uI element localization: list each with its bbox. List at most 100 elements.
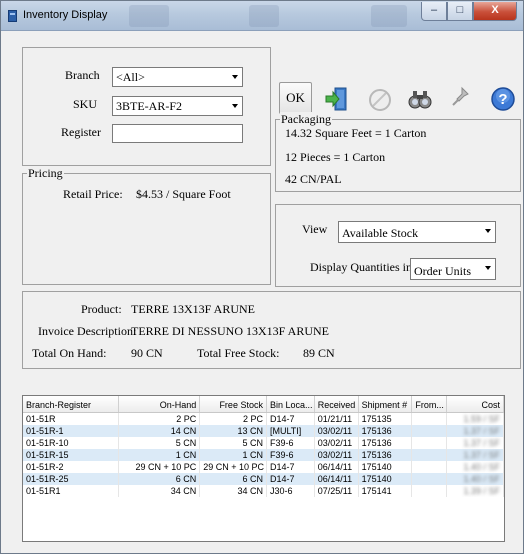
cell-cost: 1.37 / SF — [447, 425, 504, 437]
cell-cost: 1.37 / SF — [447, 437, 504, 449]
product-label: Product: — [81, 302, 122, 316]
column-header-received[interactable]: Received — [315, 396, 359, 412]
table-row[interactable]: 01-51R-15 1 CN 1 CN F39-6 03/02/11 175136 1.37… — [23, 449, 504, 461]
display-quantities-value: Order Units — [414, 264, 471, 278]
titlebar-glass-reflection — [371, 5, 407, 27]
cell-free-stock: 6 CN — [200, 473, 267, 485]
view-label: View — [302, 222, 328, 236]
pricing-group: Pricing Retail Price: $4.53 / Square Foo… — [22, 166, 271, 285]
packaging-line: 14.32 Square Feet = 1 Carton — [285, 126, 427, 140]
stock-grid[interactable]: Branch-Register On-Hand Free Stock Bin L… — [22, 395, 505, 542]
branch-dropdown[interactable]: <All> — [112, 67, 243, 87]
cell-branch-register: 01-51R — [23, 413, 119, 425]
table-row[interactable]: 01-51R-25 6 CN 6 CN D14-7 06/14/11 175140 1.40… — [23, 473, 504, 485]
column-header-branch-register[interactable]: Branch-Register — [23, 396, 119, 412]
cell-cost: 1.59 / SF — [447, 413, 504, 425]
grid-body: 01-51R 2 PC 2 PC D14-7 01/21/11 175135 1.59 / … — [23, 413, 504, 497]
sku-dropdown[interactable]: 3BTE-AR-F2 — [112, 96, 243, 116]
ok-button[interactable]: OK — [279, 82, 312, 114]
table-row[interactable]: 01-51R1 34 CN 34 CN J30-6 07/25/11 175141 1.39… — [23, 485, 504, 497]
pin-button[interactable] — [444, 80, 477, 112]
cell-on-hand: 34 CN — [119, 485, 201, 497]
cell-free-stock: 1 CN — [200, 449, 267, 461]
cell-cost: 1.40 / SF — [447, 461, 504, 473]
svg-text:?: ? — [498, 91, 507, 108]
cell-branch-register: 01-51R-15 — [23, 449, 119, 461]
cell-from — [412, 473, 448, 485]
cell-cost: 1.40 / SF — [447, 473, 504, 485]
cell-free-stock: 2 PC — [200, 413, 267, 425]
cell-on-hand: 6 CN — [119, 473, 201, 485]
cell-branch-register: 01-51R-25 — [23, 473, 119, 485]
cell-on-hand: 29 CN + 10 PC — [119, 461, 201, 473]
cell-free-stock: 29 CN + 10 PC — [200, 461, 267, 473]
cell-received: 03/02/11 — [315, 437, 359, 449]
register-label: Register — [61, 125, 101, 139]
cell-branch-register: 01-51R-2 — [23, 461, 119, 473]
cell-received: 01/21/11 — [315, 413, 359, 425]
cell-cost: 1.37 / SF — [447, 449, 504, 461]
column-header-cost[interactable]: Cost — [447, 396, 504, 412]
exit-door-icon — [325, 87, 347, 111]
cell-bin-location: F39-6 — [267, 437, 315, 449]
cell-received: 03/02/11 — [315, 449, 359, 461]
cell-from — [412, 437, 448, 449]
total-on-hand-value: 90 CN — [131, 346, 163, 360]
invoice-description-value: TERRE DI NESSUNO 13X13F ARUNE — [131, 324, 330, 338]
minimize-button[interactable]: – — [421, 2, 447, 21]
table-row[interactable]: 01-51R-1 14 CN 13 CN [MULTI] 03/02/11 175136 1… — [23, 425, 504, 437]
exit-door-button[interactable] — [320, 82, 353, 114]
total-on-hand-label: Total On Hand: — [32, 346, 107, 360]
total-free-stock-value: 89 CN — [303, 346, 335, 360]
cell-from — [412, 485, 448, 497]
column-header-free-stock[interactable]: Free Stock — [200, 396, 267, 412]
table-row[interactable]: 01-51R 2 PC 2 PC D14-7 01/21/11 175135 1.59 / … — [23, 413, 504, 425]
cell-shipment: 175140 — [359, 473, 413, 485]
clear-button[interactable] — [363, 82, 396, 114]
display-quantities-label: Display Quantities in — [310, 260, 412, 274]
cell-branch-register: 01-51R-1 — [23, 425, 119, 437]
column-header-on-hand[interactable]: On-Hand — [119, 396, 201, 412]
clear-icon — [369, 89, 391, 111]
help-button[interactable]: ? — [486, 82, 519, 114]
column-header-shipment[interactable]: Shipment # — [359, 396, 413, 412]
app-icon — [8, 10, 17, 22]
pin-icon — [452, 86, 469, 106]
column-header-bin-location[interactable]: Bin Loca... — [267, 396, 315, 412]
inventory-display-window: Inventory Display – □ X Branch <All> SKU… — [0, 0, 524, 554]
cell-shipment: 175140 — [359, 461, 413, 473]
cell-on-hand: 14 CN — [119, 425, 201, 437]
view-dropdown[interactable]: Available Stock — [338, 221, 496, 243]
display-quantities-dropdown[interactable]: Order Units — [410, 258, 496, 280]
packaging-line: 12 Pieces = 1 Carton — [285, 150, 386, 164]
cell-bin-location: D14-7 — [267, 413, 315, 425]
titlebar-glass-reflection — [249, 5, 279, 27]
table-row[interactable]: 01-51R-2 29 CN + 10 PC 29 CN + 10 PC D14-7 0… — [23, 461, 504, 473]
close-button[interactable]: X — [473, 2, 517, 21]
cell-received: 07/25/11 — [315, 485, 359, 497]
chevron-down-icon — [485, 229, 491, 233]
cell-on-hand: 5 CN — [119, 437, 201, 449]
register-input[interactable] — [112, 124, 243, 143]
cell-shipment: 175141 — [359, 485, 413, 497]
packaging-line: 42 CN/PAL — [285, 172, 342, 186]
retail-price-label: Retail Price: — [63, 187, 123, 201]
binoculars-button[interactable] — [403, 82, 436, 114]
column-header-from[interactable]: From... — [412, 396, 448, 412]
help-icon: ? — [491, 87, 515, 111]
cell-shipment: 175136 — [359, 425, 413, 437]
cell-cost: 1.39 / SF — [447, 485, 504, 497]
cell-bin-location: D14-7 — [267, 461, 315, 473]
cell-received: 06/14/11 — [315, 473, 359, 485]
cell-shipment: 175135 — [359, 413, 413, 425]
view-panel: View Available Stock Display Quantities … — [275, 204, 521, 287]
title-bar[interactable]: Inventory Display – □ X — [1, 1, 523, 31]
cell-on-hand: 1 CN — [119, 449, 201, 461]
chevron-down-icon — [232, 104, 238, 108]
cell-from — [412, 461, 448, 473]
table-row[interactable]: 01-51R-10 5 CN 5 CN F39-6 03/02/11 175136 1.37… — [23, 437, 504, 449]
sku-dropdown-value: 3BTE-AR-F2 — [116, 99, 182, 113]
maximize-button[interactable]: □ — [447, 2, 473, 21]
cell-bin-location: [MULTI] — [267, 425, 315, 437]
cell-from — [412, 449, 448, 461]
